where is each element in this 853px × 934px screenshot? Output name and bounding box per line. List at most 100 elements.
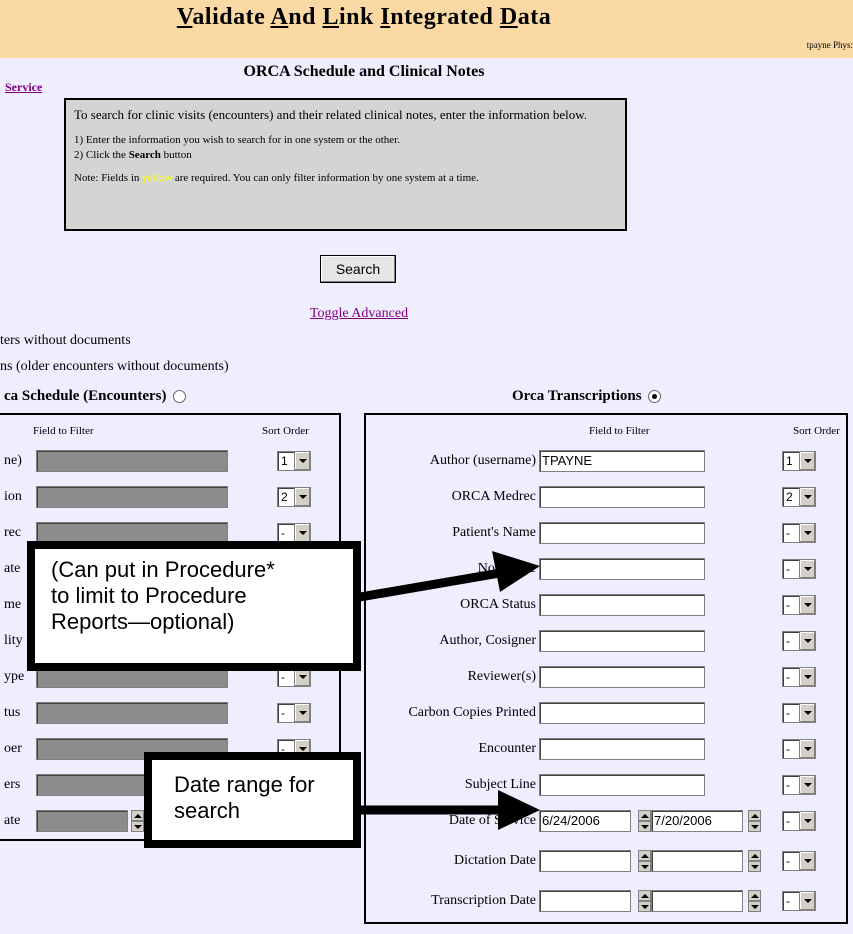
spin-up-icon[interactable] — [638, 810, 651, 821]
spin-up-icon[interactable] — [638, 890, 651, 901]
sort-order-select[interactable]: - — [782, 739, 816, 759]
sort-order-select[interactable]: 2 — [277, 487, 311, 507]
filter-input[interactable] — [539, 630, 705, 652]
date-spinner[interactable] — [638, 890, 651, 912]
callout-line: to limit to Procedure — [51, 583, 247, 608]
sort-order-select[interactable]: - — [277, 703, 311, 723]
chevron-down-icon[interactable] — [294, 488, 310, 506]
right-row-label: ORCA Status — [460, 597, 536, 612]
service-link[interactable]: Service — [5, 80, 42, 95]
spin-down-icon[interactable] — [748, 861, 761, 872]
filter-input[interactable]: TPAYNE — [539, 450, 705, 472]
spin-up-icon[interactable] — [748, 890, 761, 901]
title-initial: V — [176, 4, 193, 30]
spin-down-icon[interactable] — [638, 821, 651, 832]
chevron-down-icon[interactable] — [799, 524, 815, 542]
chevron-down-icon[interactable] — [799, 740, 815, 758]
chevron-down-icon[interactable] — [799, 776, 815, 794]
left-section-radio[interactable] — [172, 390, 186, 404]
sort-order-select[interactable]: 1 — [277, 451, 311, 471]
filter-input[interactable] — [539, 702, 705, 724]
spin-down-icon[interactable] — [131, 821, 144, 832]
chevron-down-icon[interactable] — [294, 452, 310, 470]
instructions-step2: 2) Click the Search button — [74, 149, 192, 161]
chevron-down-icon[interactable] — [799, 704, 815, 722]
sort-order-select[interactable]: - — [782, 775, 816, 795]
filter-input[interactable] — [539, 738, 705, 760]
left-row-label: ion — [4, 489, 22, 504]
filter-input[interactable] — [36, 810, 128, 832]
filter-input[interactable] — [36, 450, 228, 472]
sort-order-select[interactable]: - — [782, 595, 816, 615]
filter-input[interactable] — [539, 486, 705, 508]
filter-input[interactable] — [651, 850, 743, 872]
sort-order-value: - — [786, 854, 790, 868]
sort-order-select[interactable]: - — [782, 851, 816, 871]
date-spinner[interactable] — [638, 850, 651, 872]
title-word-rest: ata — [517, 4, 552, 30]
sort-order-select[interactable]: 1 — [782, 451, 816, 471]
search-button[interactable]: Search — [320, 255, 396, 283]
filter-input[interactable] — [539, 774, 705, 796]
chevron-down-icon[interactable] — [799, 488, 815, 506]
date-spinner[interactable] — [748, 850, 761, 872]
chevron-down-icon[interactable] — [294, 704, 310, 722]
sort-order-value: - — [786, 562, 790, 576]
spin-down-icon[interactable] — [748, 821, 761, 832]
sort-order-select[interactable]: - — [782, 811, 816, 831]
filter-input[interactable]: 6/24/2006 — [539, 810, 631, 832]
callout-line: search — [174, 798, 241, 823]
sort-order-select[interactable]: - — [782, 631, 816, 651]
option-older-encounters[interactable]: ns (older encounters without documents) — [0, 359, 229, 375]
spin-up-icon[interactable] — [131, 810, 144, 821]
filter-input[interactable] — [36, 486, 228, 508]
chevron-down-icon[interactable] — [799, 668, 815, 686]
right-row-label: Dictation Date — [453, 853, 536, 868]
right-row-label: Transcription Date — [431, 893, 536, 908]
sort-order-select[interactable]: - — [782, 559, 816, 579]
right-section-radio[interactable] — [647, 390, 661, 404]
instructions-intro: To search for clinic visits (encounters)… — [74, 107, 588, 122]
option-encounters-without-docs[interactable]: ters without documents — [0, 333, 131, 349]
filter-input[interactable] — [539, 594, 705, 616]
filter-input[interactable] — [539, 666, 705, 688]
sort-order-select[interactable]: - — [782, 703, 816, 723]
spin-down-icon[interactable] — [638, 861, 651, 872]
spin-down-icon[interactable] — [748, 901, 761, 912]
filter-input[interactable]: 7/20/2006 — [651, 810, 743, 832]
toggle-advanced-link[interactable]: Toggle Advanced — [0, 306, 718, 322]
date-range-callout: Date range for search — [144, 752, 361, 848]
filter-input[interactable] — [539, 522, 705, 544]
date-spinner[interactable] — [748, 810, 761, 832]
sort-order-select[interactable]: - — [277, 523, 311, 543]
spin-up-icon[interactable] — [748, 850, 761, 861]
chevron-down-icon[interactable] — [799, 596, 815, 614]
left-section-heading: ca Schedule (Encounters) — [4, 388, 186, 405]
title-word-rest: nd — [288, 4, 323, 30]
date-spinner[interactable] — [131, 810, 144, 832]
title-initial: L — [322, 4, 339, 30]
sort-order-select[interactable]: 2 — [782, 487, 816, 507]
chevron-down-icon[interactable] — [799, 892, 815, 910]
filter-input[interactable] — [539, 850, 631, 872]
left-row-label: ate — [4, 561, 21, 576]
filter-input[interactable] — [539, 890, 631, 912]
chevron-down-icon[interactable] — [799, 812, 815, 830]
chevron-down-icon[interactable] — [799, 560, 815, 578]
filter-input[interactable] — [651, 890, 743, 912]
chevron-down-icon[interactable] — [799, 852, 815, 870]
chevron-down-icon[interactable] — [294, 524, 310, 542]
spin-up-icon[interactable] — [748, 810, 761, 821]
chevron-down-icon[interactable] — [799, 632, 815, 650]
sort-order-select[interactable]: - — [782, 523, 816, 543]
sort-order-select[interactable]: - — [782, 667, 816, 687]
spin-down-icon[interactable] — [638, 901, 651, 912]
date-spinner[interactable] — [638, 810, 651, 832]
filter-input[interactable] — [36, 702, 228, 724]
sort-order-select[interactable]: - — [782, 891, 816, 911]
chevron-down-icon[interactable] — [799, 452, 815, 470]
filter-input[interactable] — [539, 558, 705, 580]
spin-up-icon[interactable] — [638, 850, 651, 861]
date-spinner[interactable] — [748, 890, 761, 912]
sort-order-value: - — [281, 706, 285, 720]
